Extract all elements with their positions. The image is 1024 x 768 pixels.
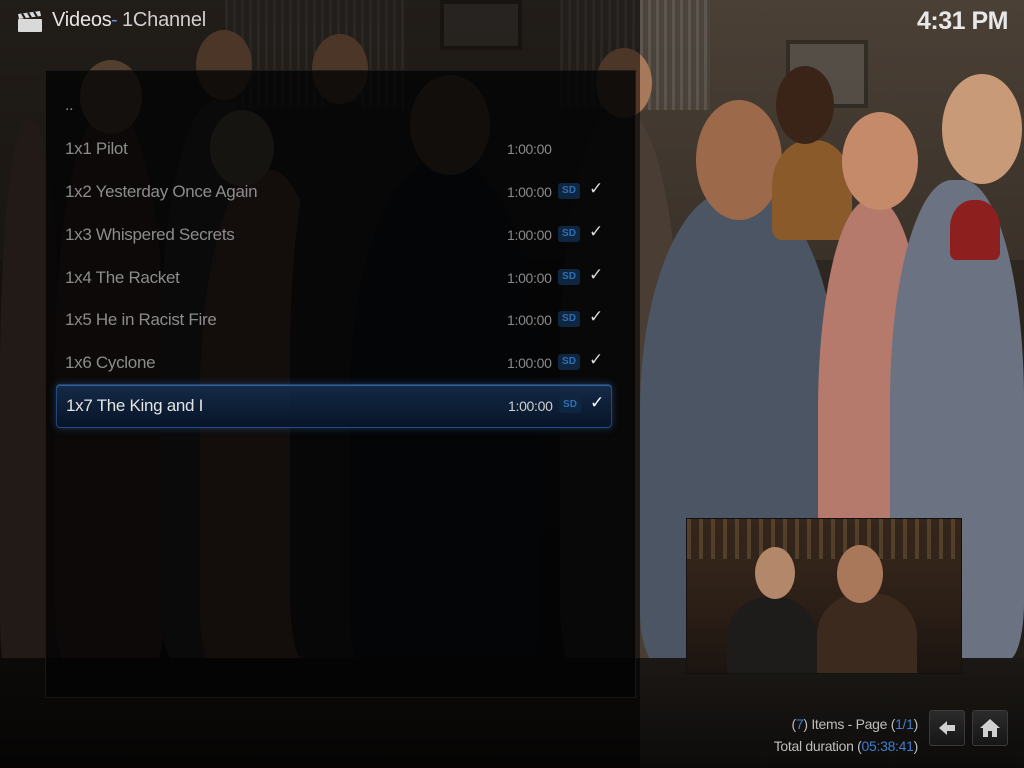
back-button[interactable] (929, 710, 965, 746)
items-page-line: (7) Items - Page (1/1) (791, 716, 919, 732)
episode-thumbnail (686, 518, 962, 674)
thumbnail-figure-head (755, 547, 795, 599)
sd-badge: SD (558, 354, 580, 370)
watched-check-icon: ✓ (589, 350, 604, 369)
clapperboard-icon (18, 11, 42, 32)
background-person-head (696, 100, 782, 220)
parent-folder-label: .. (65, 97, 74, 114)
total-duration-label: Total duration (773, 738, 854, 754)
background-person-head (776, 66, 834, 144)
items-count: 7 (795, 716, 804, 732)
parent-folder-item[interactable]: .. (56, 91, 610, 117)
list-item[interactable]: 1x5 He in Racist Fire 1:00:00 SD ✓ (56, 299, 610, 341)
page-indicator: 1/1 (895, 716, 914, 732)
episode-duration: 1:00:00 (507, 141, 552, 157)
list-item[interactable]: 1x1 Pilot 1:00:00 (56, 128, 610, 170)
clock: 4:31 PM (917, 7, 1008, 35)
list-item[interactable]: 1x6 Cyclone 1:00:00 SD ✓ (56, 342, 610, 384)
list-item[interactable]: 1x4 The Racket 1:00:00 SD ✓ (56, 257, 610, 299)
episode-title: 1x5 He in Racist Fire (65, 310, 217, 329)
episode-title: 1x3 Whispered Secrets (65, 225, 235, 244)
watched-check-icon: ✓ (589, 265, 604, 284)
episode-title: 1x1 Pilot (65, 139, 128, 158)
back-arrow-icon (939, 721, 955, 735)
episode-title: 1x6 Cyclone (65, 353, 156, 372)
episode-duration: 1:00:00 (507, 184, 552, 200)
breadcrumb-separator: - (111, 9, 118, 31)
items-page-label: Items - Page (811, 716, 888, 732)
thumbnail-figure-head (837, 545, 883, 603)
breadcrumb-subsection: 1Channel (122, 9, 207, 31)
header: Videos - 1Channel 4:31 PM (0, 0, 1024, 46)
episode-duration: 1:00:00 (507, 270, 552, 286)
episode-duration: 1:00:00 (507, 355, 552, 371)
episode-title: 1x2 Yesterday Once Again (65, 182, 258, 201)
thumbnail-figure (817, 593, 917, 673)
sd-badge: SD (558, 311, 580, 327)
thumbnail-figure (727, 597, 817, 673)
episode-duration: 1:00:00 (507, 227, 552, 243)
list-item[interactable]: 1x2 Yesterday Once Again 1:00:00 SD ✓ (56, 171, 610, 213)
sd-badge: SD (559, 397, 581, 413)
episode-duration: 1:00:00 (508, 398, 553, 414)
sd-badge: SD (558, 226, 580, 242)
list-summary: (7) Items - Page (1/1) Total duration (0… (773, 713, 919, 757)
episode-title: 1x7 The King and I (66, 396, 204, 415)
home-icon (980, 719, 1000, 737)
list-item-selected[interactable]: 1x7 The King and I 1:00:00 SD ✓ (56, 384, 612, 428)
sd-badge: SD (558, 183, 580, 199)
episode-list-panel: .. 1x1 Pilot 1:00:00 1x2 Yesterday Once … (45, 70, 636, 698)
sd-badge: SD (558, 269, 580, 285)
episode-title: 1x4 The Racket (65, 268, 180, 287)
watched-check-icon: ✓ (589, 179, 604, 198)
watched-check-icon: ✓ (589, 307, 604, 326)
total-duration-value: 05:38:41 (861, 738, 914, 754)
background-person-head (842, 112, 918, 210)
section-title: Videos (52, 9, 112, 31)
background-scarf (950, 200, 1000, 260)
background-person-head (942, 74, 1022, 184)
background-person (772, 140, 852, 240)
episode-duration: 1:00:00 (507, 312, 552, 328)
home-button[interactable] (972, 710, 1008, 746)
thumbnail-background-lights (687, 519, 961, 559)
total-duration-line: Total duration (05:38:41) (773, 738, 919, 754)
watched-check-icon: ✓ (589, 222, 604, 241)
list-item[interactable]: 1x3 Whispered Secrets 1:00:00 SD ✓ (56, 214, 610, 256)
watched-check-icon: ✓ (590, 393, 605, 412)
